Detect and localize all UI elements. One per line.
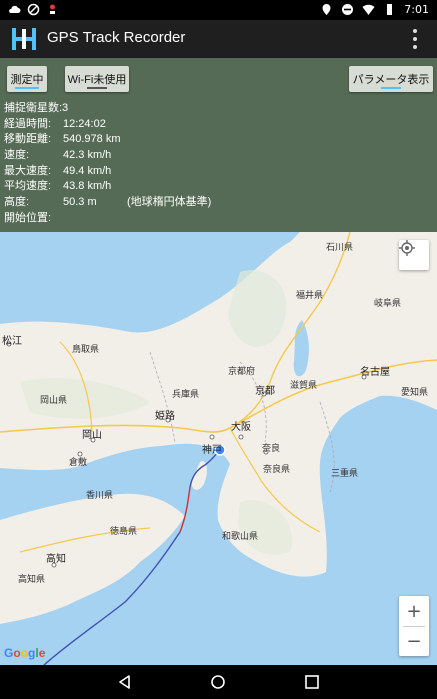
no-sim-icon	[27, 3, 40, 16]
map-label-aichi: 愛知県	[401, 387, 429, 397]
map-label-himeji: 姫路	[155, 411, 175, 422]
map-label-nara: 奈良	[262, 443, 281, 453]
map-label-tokushima: 徳島県	[110, 526, 138, 536]
wifi-icon	[362, 4, 375, 15]
google-attribution: Google	[4, 646, 46, 660]
measuring-indicator	[15, 87, 39, 89]
map-label-kagawa: 香川県	[86, 490, 114, 500]
recents-icon[interactable]	[303, 673, 321, 691]
app-logo-icon	[12, 28, 36, 50]
parameter-display-label: パラメータ表示	[352, 74, 430, 86]
app-title: GPS Track Recorder	[47, 29, 186, 46]
map-label-osaka: 大阪	[231, 422, 251, 433]
notification-icon	[50, 4, 55, 14]
map-label-tottori: 鳥取県	[72, 344, 100, 354]
my-location-button[interactable]	[399, 240, 429, 270]
map-view[interactable]: 松江 鳥取県 岡山県 兵庫県 京都府 京都 大阪 神戸 姫路 岡山 倉敷 奈良 …	[0, 232, 437, 665]
map-label-kurashiki: 倉敷	[69, 457, 88, 467]
map-label-fukui: 福井県	[296, 290, 324, 300]
map-label-shiga: 滋賀県	[290, 380, 318, 390]
status-bar: 7:01	[0, 0, 437, 20]
distance-label: 移動距離:	[4, 133, 52, 146]
map-label-kochi-pref: 高知県	[18, 574, 46, 584]
map-label-nara-pref: 奈良県	[263, 464, 291, 474]
back-icon[interactable]	[116, 673, 134, 691]
max-speed-value: 49.4 km/h	[63, 164, 112, 177]
speed-value: 42.3 km/h	[63, 149, 112, 162]
measuring-button[interactable]: 測定中	[7, 66, 47, 92]
altitude-value: 50.3 m	[63, 196, 97, 209]
parameter-indicator	[381, 87, 401, 89]
home-icon[interactable]	[209, 673, 227, 691]
navigation-bar	[0, 665, 437, 699]
map-label-kochi: 高知	[46, 554, 66, 565]
satellites-text: 捕捉衛星数:3	[4, 102, 69, 114]
map-label-hyogo: 兵庫県	[172, 389, 200, 399]
altitude-label: 高度:	[4, 196, 30, 209]
avg-speed-value: 43.8 km/h	[63, 180, 112, 193]
app-bar: GPS Track Recorder	[0, 20, 437, 58]
map-label-ishikawa: 石川県	[326, 242, 354, 252]
dnd-icon	[342, 4, 354, 15]
map-label-matsue: 松江	[2, 336, 22, 347]
map-label-wakayama: 和歌山県	[222, 531, 259, 541]
zoom-in-button[interactable]: +	[399, 596, 429, 626]
elapsed-value: 12:24:02	[63, 117, 106, 130]
zoom-controls: + −	[399, 596, 429, 656]
clock: 7:01	[404, 3, 429, 16]
wifi-indicator	[87, 87, 107, 89]
crosshair-icon	[399, 240, 415, 256]
wifi-toggle-button[interactable]: Wi-Fi未使用	[65, 66, 129, 92]
speed-label: 速度:	[4, 149, 30, 162]
elapsed-label: 経過時間:	[4, 117, 52, 130]
parameter-display-button[interactable]: パラメータ表示	[349, 66, 433, 92]
map-label-okayama-pref: 岡山県	[40, 395, 68, 405]
map-label-gifu: 岐阜県	[374, 298, 402, 308]
map-label-kobe: 神戸	[202, 445, 222, 456]
altitude-note: (地球楕円体基準)	[127, 196, 212, 209]
map-label-kyoto-pref: 京都府	[228, 366, 256, 376]
overflow-menu-icon[interactable]	[407, 29, 423, 49]
avg-speed-label: 平均速度:	[4, 180, 52, 193]
location-icon	[322, 4, 331, 15]
map-label-okayama: 岡山	[82, 430, 102, 441]
measuring-button-label: 測定中	[10, 74, 44, 86]
cloud-icon	[9, 5, 21, 13]
zoom-out-button[interactable]: −	[399, 626, 429, 656]
map-label-mie: 三重県	[331, 468, 359, 478]
map-label-nagoya: 名古屋	[360, 367, 390, 378]
start-position-label: 開始位置:	[4, 211, 52, 224]
distance-value: 540.978 km	[63, 133, 121, 146]
map-label-kyoto: 京都	[255, 386, 275, 397]
wifi-toggle-label: Wi-Fi未使用	[67, 74, 127, 86]
battery-icon	[387, 4, 393, 15]
max-speed-label: 最大速度:	[4, 164, 52, 177]
